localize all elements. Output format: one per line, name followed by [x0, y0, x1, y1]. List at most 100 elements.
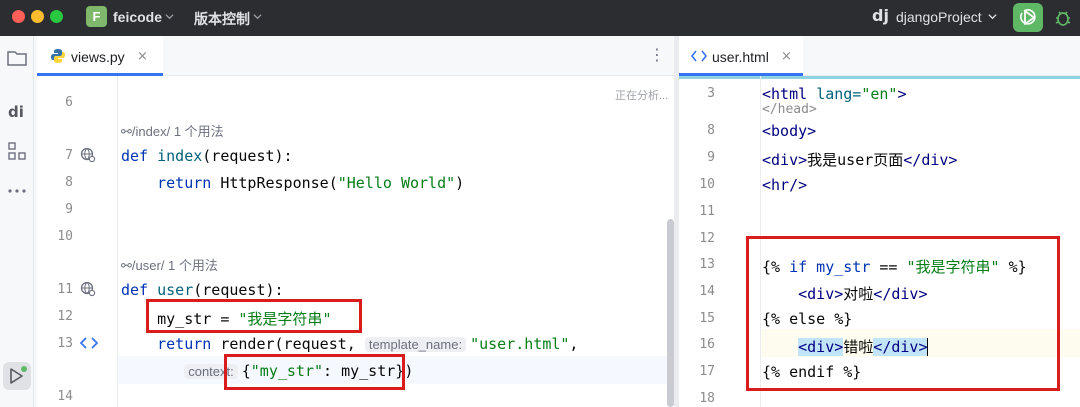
tab-label: user.html: [712, 49, 769, 65]
more-tools-icon[interactable]: [6, 180, 28, 202]
line-number: 7: [65, 148, 73, 163]
attribute-name: lang=: [816, 85, 862, 103]
code-text: ): [455, 174, 465, 192]
maximize-window-button[interactable]: [50, 10, 63, 23]
line-number: 11: [699, 204, 715, 219]
code-text: 我是user页面: [807, 151, 904, 169]
annotation-box: [746, 236, 1060, 391]
attribute-value: "en": [861, 85, 898, 103]
code-line-partial: </head>: [762, 102, 817, 117]
line-number: 3: [707, 86, 715, 101]
link-icon: ⚯: [121, 124, 132, 139]
project-name[interactable]: feicode: [113, 9, 162, 25]
rerun-icon: [1020, 9, 1036, 25]
line-number: 9: [65, 202, 73, 217]
line-number: 12: [57, 309, 73, 324]
analyzing-status: 正在分析...: [615, 90, 669, 102]
line-number: 18: [699, 391, 715, 406]
template-link-icon[interactable]: [80, 336, 98, 350]
usage-hint-user[interactable]: ⚯/user/ 1 个用法: [121, 255, 218, 274]
tool-window-strip: di: [0, 36, 34, 407]
line-number: 13: [57, 336, 73, 351]
line-number: 17: [699, 364, 715, 379]
close-window-button[interactable]: [12, 10, 25, 23]
url-endpoint-icon[interactable]: [80, 281, 96, 297]
line-number: 10: [699, 177, 715, 192]
editor-pane-views: views.py × ⋮ 正在分析... 6 7 8 9 10 11 12 13…: [37, 36, 674, 407]
line-number: 9: [707, 150, 715, 165]
debug-bug-icon[interactable]: [1052, 6, 1074, 28]
project-folder-icon[interactable]: [6, 47, 28, 69]
html-tag: <div>: [762, 151, 808, 169]
line-number: 8: [707, 123, 715, 138]
code-text: ): [404, 362, 414, 380]
annotation-box: [146, 299, 362, 333]
vertical-scrollbar[interactable]: [667, 219, 674, 407]
django-structure-icon[interactable]: di: [6, 100, 28, 122]
run-configuration-selector[interactable]: djangoProject: [896, 9, 982, 25]
code-line[interactable]: return HttpResponse("Hello World"): [121, 174, 464, 192]
html-tag: <body>: [762, 122, 817, 140]
code-line[interactable]: return render(request, template_name: "us…: [121, 335, 578, 353]
svg-text:di: di: [8, 103, 24, 121]
code-line[interactable]: <div>我是user页面</div>: [762, 149, 957, 170]
editor-tab-bar: views.py × ⋮: [37, 36, 674, 76]
string-literal: "user.html": [470, 335, 570, 353]
tab-views-py[interactable]: views.py ×: [37, 36, 163, 76]
chevron-down-icon[interactable]: [988, 12, 997, 21]
line-number: 6: [65, 95, 73, 110]
vcs-menu[interactable]: 版本控制: [194, 9, 250, 29]
code-text: render(request,: [220, 335, 365, 353]
keyword: def: [121, 281, 149, 299]
code-text: (request):: [202, 147, 293, 165]
code-text: ,: [569, 335, 579, 353]
close-tab-icon[interactable]: ×: [137, 49, 148, 64]
string-literal: "Hello World": [337, 174, 456, 192]
run-icon: [10, 366, 27, 384]
line-number: 8: [65, 175, 73, 190]
line-number: 12: [699, 231, 715, 246]
html-file-icon: [691, 50, 707, 62]
sticky-lines-divider: [679, 76, 1080, 79]
annotation-box: [224, 354, 405, 390]
more-actions-icon[interactable]: ⋮: [649, 45, 665, 64]
django-icon: dj: [872, 6, 889, 25]
line-number: 13: [699, 257, 715, 272]
usage-hint-text: /user/ 1 个用法: [131, 258, 218, 273]
tab-user-html[interactable]: user.html ×: [679, 36, 803, 76]
chevron-down-icon[interactable]: [253, 12, 262, 21]
code-line[interactable]: def user(request):: [121, 281, 284, 299]
code-text: HttpResponse(: [220, 174, 338, 192]
link-icon: ⚯: [121, 258, 132, 273]
usage-hint-index[interactable]: ⚯/index/ 1 个用法: [121, 121, 224, 140]
line-number: 11: [57, 282, 73, 297]
run-tool-window-button[interactable]: [3, 362, 31, 390]
editor-pane-user-html: user.html × 3 8 9 10 11 12 13 14 15 16 1…: [679, 36, 1080, 407]
keyword: return: [157, 174, 212, 192]
line-number: 14: [699, 284, 715, 299]
url-endpoint-icon[interactable]: [80, 147, 96, 163]
function-name: index: [157, 147, 203, 165]
code-line[interactable]: def index(request):: [121, 147, 293, 165]
project-badge-icon[interactable]: F: [86, 6, 107, 27]
code-line[interactable]: <html lang="en">: [762, 85, 907, 103]
line-number: 10: [57, 229, 73, 244]
code-line[interactable]: <body>: [762, 122, 816, 140]
structure-icon[interactable]: [6, 140, 28, 162]
close-tab-icon[interactable]: ×: [781, 49, 792, 64]
line-number: 16: [699, 337, 715, 352]
keyword: def: [121, 147, 149, 165]
title-bar: F feicode 版本控制 dj djangoProject: [0, 0, 1080, 36]
html-tag: </div>: [903, 151, 958, 169]
code-line[interactable]: <hr/>: [762, 176, 807, 194]
chevron-down-icon[interactable]: [165, 12, 174, 21]
active-tab-indicator: [37, 73, 163, 76]
html-tag: >: [897, 85, 907, 103]
usage-hint-text: /index/ 1 个用法: [131, 124, 224, 139]
minimize-window-button[interactable]: [31, 10, 44, 23]
html-tag: <hr/>: [762, 176, 808, 194]
parameter-hint: template_name:: [364, 337, 467, 352]
html-tag: <html: [762, 85, 817, 103]
rerun-button[interactable]: [1013, 3, 1043, 32]
python-file-icon: [51, 49, 65, 63]
